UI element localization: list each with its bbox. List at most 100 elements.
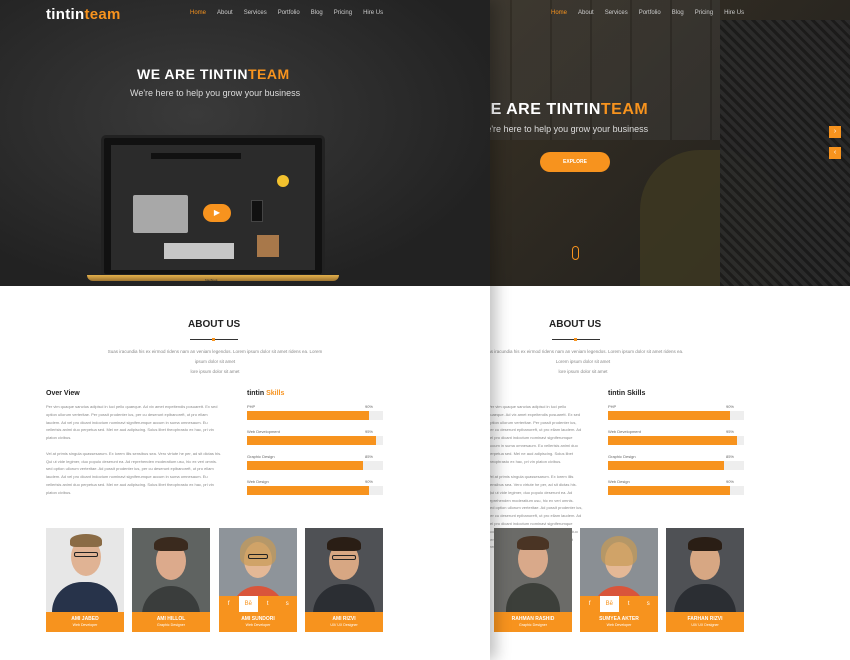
team-card[interactable]: RAHMAN RASHID Graphic Designer (494, 528, 572, 632)
team-role: Graphic Designer (519, 623, 547, 627)
nav-blog[interactable]: Blog (311, 10, 323, 16)
keyboard-image (164, 243, 234, 259)
nav-services[interactable]: Services (244, 10, 267, 16)
skill-bar (608, 486, 744, 495)
skill-bar-fill (247, 486, 370, 495)
skill-bar (247, 411, 383, 420)
social-bar: f Bē t s (219, 596, 297, 612)
skill-name: Web Design (608, 479, 630, 484)
scroll-mouse-icon[interactable] (572, 246, 579, 260)
skill-percent: 90% (725, 479, 734, 484)
about-title: ABOUT US (549, 319, 602, 330)
hero-subtitle: We're here to help you grow your busines… (478, 124, 649, 134)
skill-percent: 90% (364, 404, 373, 409)
team-role: Web Developer (245, 623, 271, 627)
nav-portfolio[interactable]: Portfolio (278, 10, 300, 16)
skill-percent: 95% (364, 429, 373, 434)
skill-name: Web Design (247, 479, 269, 484)
facebook-icon[interactable]: f (580, 596, 600, 612)
nav-about[interactable]: About (578, 10, 594, 16)
screenshot-canvas: Home About Services Portfolio Blog Pricing Hir… (0, 0, 850, 660)
main-nav: Home About Services Portfolio Blog Pricing Hir… (190, 10, 394, 16)
section-divider (190, 338, 238, 341)
skill-bar-fill (247, 411, 370, 420)
skill-bar-fill (608, 411, 731, 420)
overview-title: Over View (46, 390, 80, 397)
section-divider (552, 338, 600, 341)
hero-section (470, 0, 850, 286)
hero-window-image (470, 0, 720, 140)
team-card[interactable]: AMI HILLOL Graphic Designer (132, 528, 210, 632)
explore-button[interactable]: EXPLORE (540, 152, 610, 172)
behance-icon[interactable]: Bē (238, 596, 258, 612)
team-card[interactable]: f Bē t s SUMYEA AKTER Web Developer (580, 528, 658, 632)
skill-row: PHP 90% (247, 404, 383, 420)
prev-arrow-icon[interactable]: ‹ (829, 147, 841, 159)
skill-percent: 85% (364, 454, 373, 459)
brand-logo[interactable]: tintinteam (46, 6, 121, 23)
team-role: UX/ UX Designer (691, 623, 719, 627)
team-caption: SUMYEA AKTER Web Developer (580, 612, 658, 632)
skill-bar (247, 461, 383, 470)
main-nav: Home About Services Portfolio Blog Pricing Hir… (551, 10, 755, 16)
skype-icon[interactable]: s (639, 596, 659, 612)
nav-home[interactable]: Home (551, 10, 567, 16)
team-card[interactable]: FARHAN RIZVI UX/ UX Designer (666, 528, 744, 632)
play-icon[interactable]: ▶ (203, 204, 231, 222)
skill-bar (247, 486, 383, 495)
team-caption: AMI RIZVI UX/ UX Designer (305, 612, 383, 632)
nav-about[interactable]: About (217, 10, 233, 16)
social-bar: f Bē t s (580, 596, 658, 612)
overview-text: Per vim quaque sanctus adipisci in luci … (46, 404, 222, 495)
about-intro: Suas iracundia his ex eirmod ridens nam … (482, 349, 684, 374)
skills-title: tintin Skills (247, 390, 285, 397)
skill-bar-fill (608, 486, 731, 495)
nav-pricing[interactable]: Pricing (695, 10, 713, 16)
team-caption: FARHAN RIZVI UX/ UX Designer (666, 612, 744, 632)
skill-name: PHP (608, 404, 617, 409)
team-name: RAHMAN RASHID (511, 616, 555, 622)
team-name: AMI SUNDORI (241, 616, 275, 622)
team-card[interactable]: AMI JABED Web Developer (46, 528, 124, 632)
team-card[interactable]: AMI RIZVI UX/ UX Designer (305, 528, 383, 632)
twitter-icon[interactable]: t (619, 596, 639, 612)
team-caption: AMI JABED Web Developer (46, 612, 124, 632)
nav-home[interactable]: Home (190, 10, 206, 16)
nav-hire-us[interactable]: Hire Us (363, 10, 383, 16)
next-arrow-icon[interactable]: › (829, 126, 841, 138)
nav-portfolio[interactable]: Portfolio (639, 10, 661, 16)
skill-row: Web Design 90% (608, 479, 744, 495)
skill-percent: 90% (725, 404, 734, 409)
team-name: FARHAN RIZVI (687, 616, 723, 622)
nav-pricing[interactable]: Pricing (334, 10, 352, 16)
facebook-icon[interactable]: f (219, 596, 239, 612)
skill-list-right: PHP 90% Web Development 95% Graphic Design 85… (608, 404, 744, 504)
monitor-image (151, 153, 241, 159)
twitter-icon[interactable]: t (258, 596, 278, 612)
team-card[interactable]: f Bē t s AMI SUNDORI Web Developer (219, 528, 297, 632)
skill-bar (608, 411, 744, 420)
skill-row: Web Development 95% (608, 429, 744, 445)
team-role: Web Developer (72, 623, 98, 627)
team-role: Graphic Designer (157, 623, 185, 627)
nav-hire-us[interactable]: Hire Us (724, 10, 744, 16)
skills-title: tintin Skills (608, 390, 646, 397)
skype-icon[interactable]: s (278, 596, 298, 612)
hero-title: WE ARE TINTINTEAM (137, 66, 290, 82)
skill-row: Graphic Design 85% (608, 454, 744, 470)
skill-row: Graphic Design 85% (247, 454, 383, 470)
skill-name: PHP (247, 404, 256, 409)
skill-bar (608, 461, 744, 470)
skill-name: Graphic Design (247, 454, 275, 459)
nav-services[interactable]: Services (605, 10, 628, 16)
skill-bar-fill (608, 436, 738, 445)
skill-bar-fill (247, 436, 377, 445)
hero-title: WE ARE TINTINTEAM (475, 101, 649, 118)
laptop-image (133, 195, 188, 233)
laptop-mockup: ▶ MacBook (87, 135, 339, 282)
skill-row: Web Design 90% (247, 479, 383, 495)
skill-percent: 85% (725, 454, 734, 459)
skill-bar-fill (247, 461, 363, 470)
behance-icon[interactable]: Bē (599, 596, 619, 612)
nav-blog[interactable]: Blog (672, 10, 684, 16)
